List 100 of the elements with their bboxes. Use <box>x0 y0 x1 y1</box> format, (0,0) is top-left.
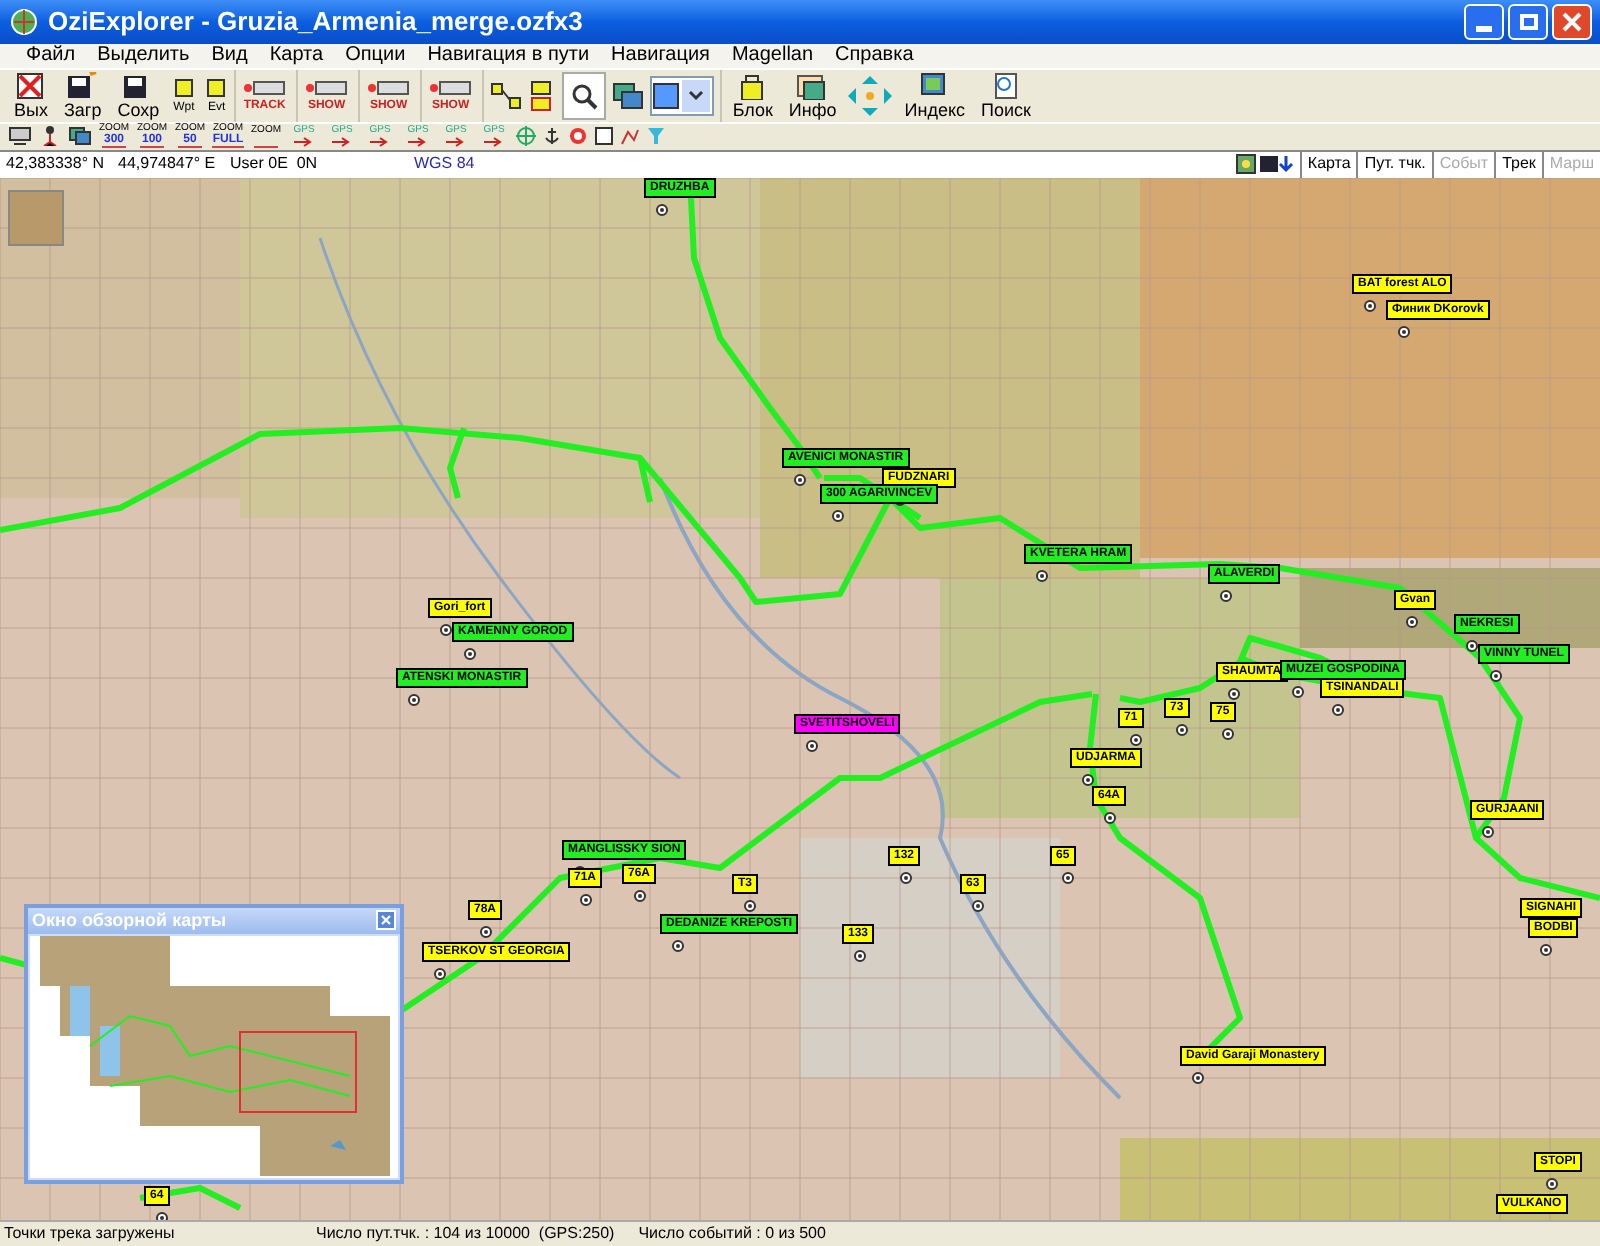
square-marker-icon[interactable] <box>173 77 194 98</box>
stacked-boxes-icon[interactable] <box>528 79 557 112</box>
waypoint-count: Число пут.тчк. : 104 из 10000 (GPS:250) <box>316 1221 615 1246</box>
waypoint-marker-icon <box>972 899 984 912</box>
toolbar-button[interactable]: Инфо <box>782 69 843 122</box>
waypoint-marker-icon <box>1482 825 1494 838</box>
waypoint-marker-icon <box>634 889 646 902</box>
waypoint-marker-icon <box>1540 943 1552 956</box>
map-image-icon[interactable] <box>1235 154 1256 175</box>
lifebuoy-icon[interactable] <box>568 126 588 147</box>
toolbar-button[interactable]: Поиск <box>975 69 1037 122</box>
save-down-icon[interactable] <box>1259 154 1296 175</box>
info-window-icon[interactable] <box>796 71 829 100</box>
longitude-readout: 44,974847° E <box>118 152 218 177</box>
waypoint-marker-icon <box>440 623 452 636</box>
menu-item[interactable]: Вид <box>211 45 248 66</box>
map-square-icon[interactable] <box>652 81 681 110</box>
anchor-icon[interactable] <box>542 126 562 147</box>
user-grid-readout: User 0E 0N <box>230 152 320 177</box>
event-count: Число событий : 0 из 500 <box>638 1221 826 1246</box>
waypoint-marker-icon <box>464 647 476 660</box>
zoom-level-dropdown[interactable] <box>650 75 715 116</box>
waypoint-marker-icon <box>794 473 806 486</box>
waypoint-marker-icon <box>1036 569 1048 582</box>
view-button[interactable]: Пут. тчк. <box>1356 151 1432 178</box>
square-marker-icon[interactable] <box>206 77 227 98</box>
minimize-button[interactable] <box>1464 3 1504 40</box>
gps-arrow-icon <box>368 135 392 148</box>
waypoint-marker-icon <box>1364 299 1376 312</box>
route-points-icon[interactable] <box>242 79 287 96</box>
restore-button[interactable] <box>1508 3 1548 40</box>
index-map-icon[interactable] <box>918 71 951 100</box>
waypoint-marker-icon <box>1228 687 1240 700</box>
node-link-icon[interactable] <box>490 79 523 112</box>
toolbar-button[interactable]: Сохр <box>111 69 166 122</box>
waypoint-marker-icon <box>434 967 446 980</box>
menu-item[interactable]: Справка <box>835 45 914 66</box>
waypoint-marker-icon <box>1332 703 1344 716</box>
waypoint-marker-icon <box>656 203 668 216</box>
waypoint-marker-icon <box>1546 1177 1558 1190</box>
route-points-icon[interactable] <box>366 79 411 96</box>
latitude-readout: 42,383338° N <box>6 152 107 177</box>
search-document-icon[interactable] <box>989 71 1022 100</box>
view-button[interactable]: Карта <box>1299 151 1357 178</box>
waypoint-marker-icon <box>1222 727 1234 740</box>
close-icon[interactable] <box>1562 11 1582 32</box>
waypoint-marker-icon <box>480 925 492 938</box>
menu-item[interactable]: Выделить <box>97 45 190 66</box>
panel-icon[interactable] <box>594 126 614 147</box>
padlock-icon[interactable] <box>736 71 769 100</box>
waypoint-marker-icon <box>1398 325 1410 338</box>
toolbar-button[interactable]: Загр <box>57 69 108 122</box>
menu-item[interactable]: Файл <box>26 45 76 66</box>
waypoint-marker-icon <box>1062 871 1074 884</box>
status-text: Точки трека загружены <box>4 1221 177 1246</box>
waypoint-marker-icon <box>1220 589 1232 602</box>
gps-arrow-icon <box>330 135 354 148</box>
walker-icon[interactable] <box>38 126 62 147</box>
magnifier-icon[interactable] <box>570 81 599 110</box>
gps-arrow-icon <box>406 135 430 148</box>
overview-window-title: Окно обзорной карты <box>32 907 227 934</box>
view-button[interactable]: Трек <box>1494 151 1542 178</box>
waypoint-marker-icon <box>1082 773 1094 786</box>
waypoint-marker-icon <box>1104 811 1116 824</box>
waypoint-marker-icon <box>900 871 912 884</box>
menu-item[interactable]: Опции <box>345 45 406 66</box>
window-pair-icon[interactable] <box>612 81 645 110</box>
toolbar-button[interactable]: Индекс <box>898 69 972 122</box>
waypoint-marker-icon <box>854 949 866 962</box>
menu-item[interactable]: Карта <box>269 45 324 66</box>
waypoint-marker-icon <box>1406 615 1418 628</box>
map-thumbnail <box>8 189 64 246</box>
waypoint-marker-icon <box>1192 1071 1204 1084</box>
route-points-icon[interactable] <box>304 79 349 96</box>
toolbar-button[interactable]: Блок <box>726 69 779 122</box>
gps-arrow-icon <box>482 135 506 148</box>
waypoint-marker-icon <box>580 893 592 906</box>
windows-icon[interactable] <box>68 126 92 147</box>
waypoint-marker-icon <box>1490 669 1502 682</box>
waypoint-marker-icon <box>1292 685 1304 698</box>
close-window-icon[interactable] <box>14 71 47 100</box>
waypoint-marker-icon <box>1130 733 1142 746</box>
menu-item[interactable]: Навигация <box>611 45 710 66</box>
chart-line-icon[interactable] <box>620 126 640 147</box>
waypoint-marker-icon <box>806 739 818 752</box>
toolbar-button[interactable]: Вых <box>8 69 54 122</box>
waypoint-marker-icon <box>672 939 684 952</box>
gps-arrow-icon <box>444 135 468 148</box>
folder-save-icon[interactable] <box>66 71 99 100</box>
close-button[interactable] <box>1552 3 1592 40</box>
waypoint-marker-icon <box>1466 639 1478 652</box>
menu-item[interactable]: Magellan <box>731 45 814 66</box>
route-points-icon[interactable] <box>428 79 473 96</box>
gps-arrow-icon <box>292 135 316 148</box>
menu-item[interactable]: Навигация в пути <box>427 45 590 66</box>
zoom-tool-button[interactable] <box>562 71 607 120</box>
waypoint-marker-icon <box>408 693 420 706</box>
computer-icon[interactable] <box>8 126 32 147</box>
waypoint-marker-icon <box>744 899 756 912</box>
datum-readout: WGS 84 <box>414 152 475 177</box>
